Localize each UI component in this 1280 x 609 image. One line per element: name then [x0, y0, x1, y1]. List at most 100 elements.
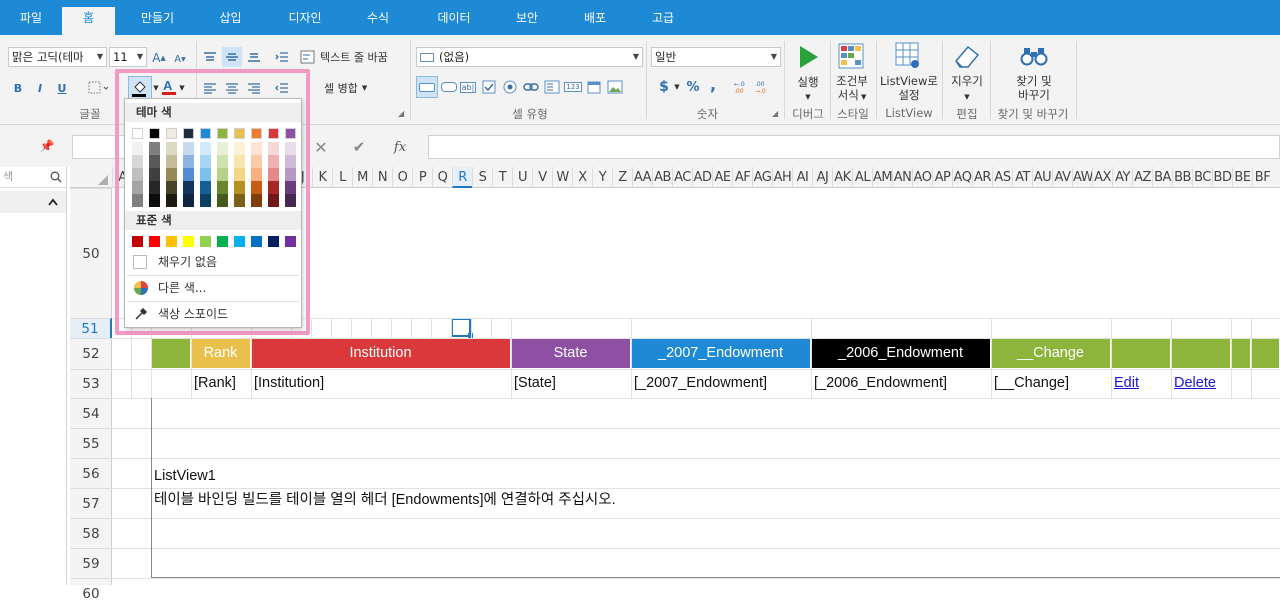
standard-color-swatch[interactable]: [285, 236, 296, 247]
table-header-blank[interactable]: [151, 338, 191, 368]
column-header-ad[interactable]: AD: [692, 167, 712, 188]
theme-shade-swatch[interactable]: [132, 155, 143, 168]
theme-shade-swatch[interactable]: [268, 194, 279, 207]
column-header-bc[interactable]: BC: [1192, 167, 1212, 188]
borders-button[interactable]: [86, 79, 110, 97]
find-replace-button[interactable]: [1018, 44, 1050, 68]
theme-color-swatch[interactable]: [183, 128, 194, 139]
align-middle-icon[interactable]: [222, 47, 242, 67]
theme-shade-swatch[interactable]: [285, 142, 296, 155]
column-header-ae[interactable]: AE: [712, 167, 732, 188]
theme-shade-swatch[interactable]: [251, 142, 262, 155]
no-fill-item[interactable]: 채우기 없음: [125, 250, 301, 274]
tab-insert[interactable]: 삽입: [203, 7, 258, 35]
column-header-aa[interactable]: AA: [632, 167, 652, 188]
row-header-50[interactable]: 50: [70, 188, 112, 318]
theme-shade-swatch[interactable]: [166, 155, 177, 168]
tab-advanced[interactable]: 고급: [638, 7, 688, 35]
increase-decimal-icon[interactable]: ←.0.00: [734, 78, 752, 96]
column-header-av[interactable]: AV: [1052, 167, 1072, 188]
standard-color-swatch[interactable]: [149, 236, 160, 247]
cell-institution[interactable]: [Institution]: [251, 369, 511, 397]
theme-shade-swatch[interactable]: [183, 168, 194, 181]
column-header-ay[interactable]: AY: [1112, 167, 1132, 188]
theme-color-swatch[interactable]: [149, 128, 160, 139]
tab-security[interactable]: 보안: [502, 7, 552, 35]
italic-button[interactable]: I: [32, 79, 48, 97]
theme-shade-swatch[interactable]: [183, 155, 194, 168]
tab-home[interactable]: 홈: [62, 7, 115, 35]
cell-style-combo[interactable]: (없음) ▼: [416, 47, 643, 67]
column-header-ba[interactable]: BA: [1152, 167, 1172, 188]
currency-button[interactable]: $: [655, 78, 673, 96]
column-header-ap[interactable]: AP: [932, 167, 952, 188]
celltype-calendar-icon[interactable]: [585, 78, 603, 96]
theme-shade-swatch[interactable]: [200, 168, 211, 181]
theme-shade-swatch[interactable]: [268, 181, 279, 194]
standard-color-swatch[interactable]: [217, 236, 228, 247]
column-header-ak[interactable]: AK: [832, 167, 852, 188]
column-header-an[interactable]: AN: [892, 167, 912, 188]
celltype-radio-icon[interactable]: [501, 78, 519, 96]
celltype-general-icon[interactable]: [416, 76, 438, 98]
column-header-n[interactable]: N: [372, 167, 392, 188]
column-header-w[interactable]: W: [552, 167, 572, 188]
standard-color-swatch[interactable]: [132, 236, 143, 247]
tab-design[interactable]: 디자인: [275, 7, 335, 35]
column-header-af[interactable]: AF: [732, 167, 752, 188]
theme-shade-swatch[interactable]: [132, 142, 143, 155]
table-header-delete-col[interactable]: [1171, 338, 1231, 368]
column-header-ag[interactable]: AG: [752, 167, 772, 188]
column-header-m[interactable]: M: [352, 167, 372, 188]
column-header-y[interactable]: Y: [592, 167, 612, 188]
row-header-60[interactable]: 60: [70, 578, 112, 608]
theme-shade-swatch[interactable]: [200, 155, 211, 168]
indent-icon[interactable]: [272, 47, 292, 67]
theme-shade-swatch[interactable]: [149, 181, 160, 194]
tab-formulas[interactable]: 수식: [353, 7, 403, 35]
theme-shade-swatch[interactable]: [217, 181, 228, 194]
delete-link[interactable]: Delete: [1174, 375, 1216, 391]
chevron-up-icon[interactable]: [48, 198, 58, 206]
column-header-x[interactable]: X: [572, 167, 592, 188]
row-header-52[interactable]: 52: [70, 338, 112, 369]
merge-cells-button[interactable]: 셀 병합 ▼: [308, 79, 378, 97]
row-header-57[interactable]: 57: [70, 488, 112, 518]
column-header-bb[interactable]: BB: [1172, 167, 1192, 188]
theme-shade-swatch[interactable]: [234, 194, 245, 207]
column-header-al[interactable]: AL: [852, 167, 872, 188]
dialog-launcher-icon[interactable]: ◢: [772, 109, 778, 118]
celltype-button-icon[interactable]: [440, 78, 458, 96]
shrink-font-icon[interactable]: A ▼: [172, 51, 188, 67]
edit-link[interactable]: Edit: [1114, 375, 1139, 391]
theme-shade-swatch[interactable]: [166, 181, 177, 194]
theme-shade-swatch[interactable]: [268, 168, 279, 181]
celltype-text-icon[interactable]: ab|: [459, 78, 477, 96]
table-header-institution[interactable]: Institution: [251, 338, 511, 368]
table-header-2007-endowment[interactable]: _2007_Endowment: [631, 338, 811, 368]
theme-shade-swatch[interactable]: [285, 155, 296, 168]
table-header-edit-col[interactable]: [1111, 338, 1171, 368]
theme-shade-swatch[interactable]: [200, 181, 211, 194]
standard-color-swatch[interactable]: [268, 236, 279, 247]
theme-shade-swatch[interactable]: [285, 168, 296, 181]
theme-shade-swatch[interactable]: [149, 194, 160, 207]
theme-shade-swatch[interactable]: [149, 142, 160, 155]
dialog-launcher-icon[interactable]: ◢: [398, 109, 404, 118]
row-header-54[interactable]: 54: [70, 398, 112, 428]
theme-shade-swatch[interactable]: [183, 181, 194, 194]
theme-shade-swatch[interactable]: [166, 194, 177, 207]
decrease-decimal-icon[interactable]: .00 →.0: [755, 78, 773, 96]
column-header-u[interactable]: U: [512, 167, 532, 188]
tab-file[interactable]: 파일: [6, 7, 56, 35]
confirm-icon[interactable]: ✔: [350, 138, 368, 156]
theme-shade-swatch[interactable]: [268, 142, 279, 155]
listview-button[interactable]: [894, 41, 922, 71]
column-header-at[interactable]: AT: [1012, 167, 1032, 188]
column-header-q[interactable]: Q: [432, 167, 452, 188]
column-header-bf[interactable]: BF: [1252, 167, 1272, 188]
run-button[interactable]: [794, 43, 822, 71]
function-icon[interactable]: fx: [390, 138, 410, 156]
theme-shade-swatch[interactable]: [200, 142, 211, 155]
font-size-combo[interactable]: 11 ▼: [109, 47, 147, 67]
